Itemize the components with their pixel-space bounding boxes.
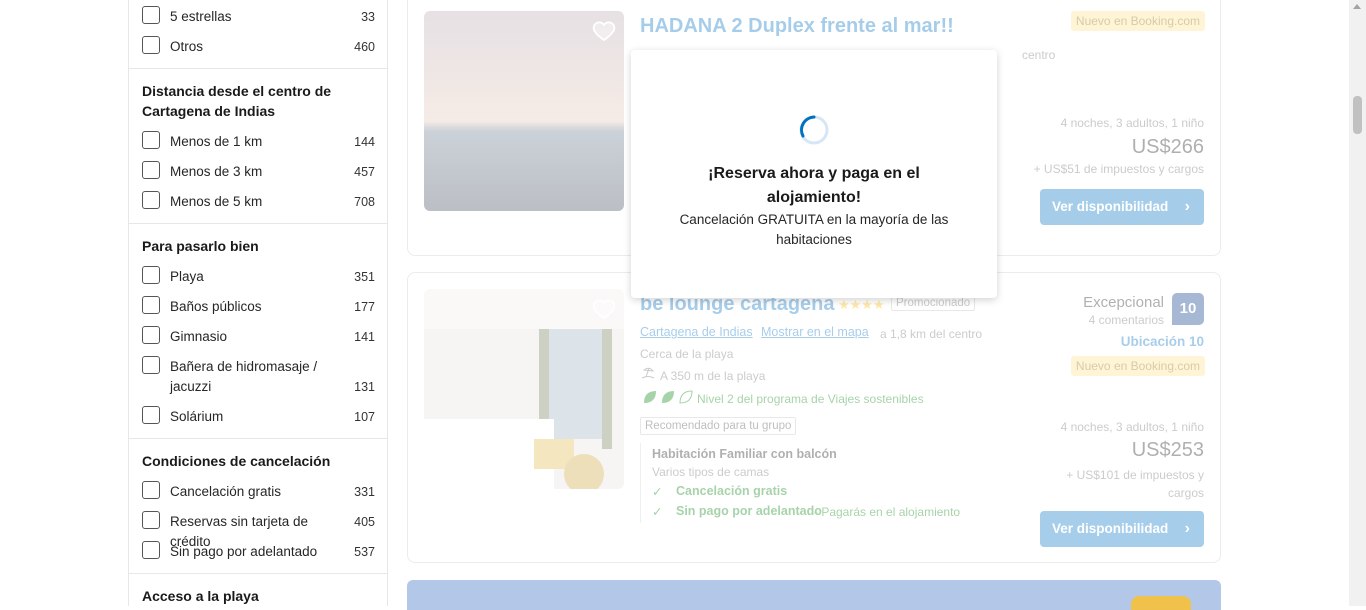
filter-label: Menos de 3 km bbox=[170, 164, 263, 179]
taxes-text: + US$51 de impuestos y cargos bbox=[1033, 162, 1204, 176]
filter-label: Playa bbox=[170, 269, 204, 284]
filter-label: Gimnasio bbox=[170, 329, 228, 344]
location-score: Ubicación 10 bbox=[1120, 334, 1204, 349]
checkbox[interactable] bbox=[142, 356, 160, 374]
check-icon: ✓ bbox=[652, 505, 663, 519]
filter-count: 107 bbox=[354, 410, 375, 424]
availability-button[interactable]: Ver disponibilidad › bbox=[1040, 189, 1204, 225]
loading-spinner-icon bbox=[799, 115, 829, 145]
checkbox[interactable] bbox=[142, 191, 160, 209]
bed-types: Varios tipos de camas bbox=[652, 465, 770, 479]
filter-count: 351 bbox=[354, 270, 375, 284]
stay-details: 4 noches, 3 adultos, 1 niño bbox=[1060, 116, 1204, 130]
filter-label: Otros bbox=[170, 39, 204, 54]
scroll-thumb[interactable] bbox=[1353, 96, 1362, 134]
star-rating: ★★★★ bbox=[838, 297, 885, 312]
no-prepay-text: Sin pago por adelantado bbox=[676, 504, 822, 518]
filter-label: Solárium bbox=[170, 409, 224, 424]
filter-label: Menos de 5 km bbox=[170, 194, 263, 209]
filter-count: 708 bbox=[354, 195, 375, 209]
new-badge: Nuevo en Booking.com bbox=[1070, 356, 1205, 376]
checkbox[interactable] bbox=[142, 266, 160, 284]
room-name: Habitación Familiar con balcón bbox=[652, 447, 837, 461]
dialog-title: ¡Reserva ahora y paga en el alojamiento! bbox=[708, 165, 920, 206]
group-tag: Recomendado para tu grupo bbox=[640, 417, 797, 435]
filter-label: Bañera de hidromasaje / jacuzzi bbox=[170, 359, 318, 394]
divider bbox=[129, 438, 387, 439]
checkbox[interactable] bbox=[142, 511, 160, 529]
no-prepay-note: - Pagarás en el alojamiento bbox=[814, 505, 961, 519]
divider bbox=[129, 68, 387, 69]
property-card[interactable]: be lounge cartagena ★★★★ Promocionado Ca… bbox=[407, 272, 1221, 563]
map-link[interactable]: Mostrar en el mapa bbox=[761, 325, 869, 339]
distance-group-title: Distancia desde el centro de Cartagena d… bbox=[142, 83, 332, 119]
filter-count: 457 bbox=[354, 165, 375, 179]
review-score[interactable]: 10 bbox=[1172, 293, 1204, 325]
filter-label: Menos de 1 km bbox=[170, 134, 263, 149]
page-scrollbar[interactable] bbox=[1349, 0, 1366, 606]
button-label: Ver disponibilidad bbox=[1052, 521, 1169, 536]
heart-icon[interactable] bbox=[592, 297, 616, 321]
filter-label: Sin pago por adelantado bbox=[170, 544, 318, 559]
checkbox[interactable] bbox=[142, 6, 160, 24]
filter-count: 33 bbox=[361, 10, 375, 24]
checkbox[interactable] bbox=[142, 131, 160, 149]
filter-count: 141 bbox=[354, 330, 375, 344]
checkbox[interactable] bbox=[142, 481, 160, 499]
filter-count: 460 bbox=[354, 40, 375, 54]
checkbox[interactable] bbox=[142, 36, 160, 54]
distance-text: a 1,8 km del centro bbox=[880, 327, 983, 341]
new-badge: Nuevo en Booking.com bbox=[1070, 11, 1205, 31]
price: US$253 bbox=[1131, 439, 1204, 461]
divider bbox=[640, 443, 641, 523]
filter-count: 537 bbox=[354, 545, 375, 559]
filter-count: 144 bbox=[354, 135, 375, 149]
dialog-text: Cancelación GRATUITA en la mayoría de la… bbox=[679, 212, 949, 247]
beach-distance-text: A 350 m de la playa bbox=[660, 369, 766, 383]
filter-count: 131 bbox=[354, 380, 375, 394]
location-link[interactable]: Cartagena de Indias bbox=[640, 325, 753, 339]
banner-illustration bbox=[1131, 596, 1191, 610]
filters-sidebar: 5 estrellas 33 Otros 460 Distancia desde… bbox=[128, 0, 388, 606]
free-cancel-text: Cancelación gratis bbox=[676, 484, 788, 498]
divider bbox=[129, 223, 387, 224]
button-label: Ver disponibilidad bbox=[1052, 199, 1169, 214]
checkbox[interactable] bbox=[142, 296, 160, 314]
taxes-text: + US$101 de impuestos y cargos bbox=[1066, 468, 1204, 500]
filter-count: 331 bbox=[354, 485, 375, 499]
heart-icon[interactable] bbox=[592, 19, 616, 43]
leaf-icon bbox=[642, 389, 694, 410]
sustainability-text: Nivel 2 del programa de Viajes sostenibl… bbox=[697, 392, 924, 406]
scroll-up-icon[interactable] bbox=[1353, 4, 1361, 9]
beach-icon bbox=[640, 365, 656, 381]
check-icon: ✓ bbox=[652, 485, 663, 499]
review-count: 4 comentarios bbox=[1088, 313, 1164, 327]
checkbox[interactable] bbox=[142, 326, 160, 344]
filter-count: 405 bbox=[354, 515, 375, 529]
divider bbox=[129, 573, 387, 574]
availability-button[interactable]: Ver disponibilidad › bbox=[1040, 511, 1204, 547]
cancel-group-title: Condiciones de cancelación bbox=[142, 453, 331, 469]
filter-label: Cancelación gratis bbox=[170, 484, 282, 499]
near-beach-text: Cerca de la playa bbox=[640, 347, 734, 361]
checkbox[interactable] bbox=[142, 541, 160, 559]
checkbox[interactable] bbox=[142, 161, 160, 179]
beach-group-title: Acceso a la playa bbox=[142, 588, 259, 604]
fun-group-title: Para pasarlo bien bbox=[142, 238, 259, 254]
chevron-right-icon: › bbox=[1184, 198, 1190, 215]
checkbox[interactable] bbox=[142, 406, 160, 424]
price: US$266 bbox=[1131, 136, 1204, 158]
stay-details: 4 noches, 3 adultos, 1 niño bbox=[1060, 420, 1204, 434]
filter-label: 5 estrellas bbox=[170, 9, 232, 24]
loading-dialog: ¡Reserva ahora y paga en el alojamiento!… bbox=[631, 50, 997, 298]
filter-count: 177 bbox=[354, 300, 375, 314]
distance-text: centro bbox=[1022, 48, 1056, 62]
rating-word: Excepcional bbox=[1083, 294, 1164, 311]
property-title[interactable]: HADANA 2 Duplex frente al mar!! bbox=[640, 15, 954, 38]
filter-label: Baños públicos bbox=[170, 299, 262, 314]
chevron-right-icon: › bbox=[1184, 520, 1190, 537]
